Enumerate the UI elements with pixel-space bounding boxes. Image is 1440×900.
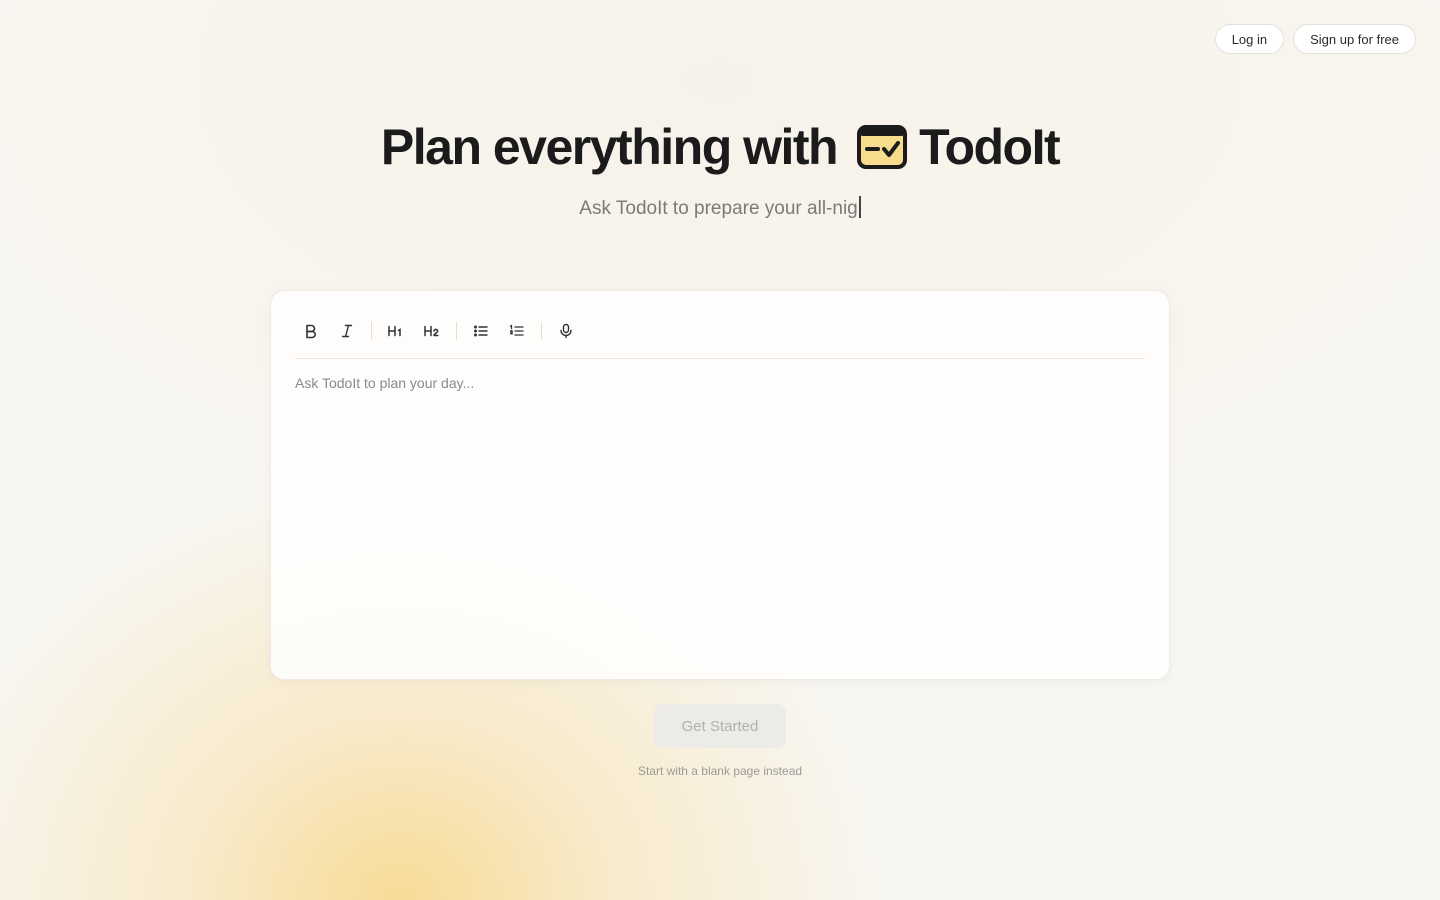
hero-subtitle: Ask TodoIt to prepare your all-nig — [0, 196, 1440, 220]
editor-card: Ask TodoIt to plan your day... — [270, 290, 1170, 680]
bullet-list-button[interactable] — [465, 315, 497, 347]
blank-page-link[interactable]: Start with a blank page instead — [0, 764, 1440, 778]
heading-2-button[interactable] — [416, 315, 448, 347]
typing-caret — [858, 196, 861, 218]
top-nav: Log in Sign up for free — [1214, 24, 1416, 54]
title-prefix: Plan everything with — [380, 119, 839, 175]
heading-2-icon — [424, 325, 439, 337]
microphone-icon — [560, 323, 572, 339]
todo-card-check-icon — [857, 125, 908, 169]
typed-subtitle-text: Ask TodoIt to prepare your all-nig — [579, 198, 858, 219]
page-title: Plan everything with TodoIt — [0, 118, 1440, 176]
get-started-button[interactable]: Get Started — [654, 704, 786, 748]
signup-button[interactable]: Sign up for free — [1293, 24, 1416, 54]
login-button[interactable]: Log in — [1214, 24, 1285, 54]
editor-input[interactable]: Ask TodoIt to plan your day... — [295, 375, 474, 391]
italic-icon — [341, 324, 353, 338]
toolbar-divider — [456, 322, 457, 340]
toolbar-divider — [541, 322, 542, 340]
bold-button[interactable] — [295, 315, 327, 347]
voice-input-button[interactable] — [550, 315, 582, 347]
bullet-list-icon — [474, 325, 488, 337]
ordered-list-button[interactable] — [501, 315, 533, 347]
bold-icon — [306, 324, 316, 339]
ordered-list-icon — [509, 324, 524, 336]
editor-toolbar — [295, 315, 1145, 359]
toolbar-divider — [371, 322, 372, 340]
brand-name: TodoIt — [919, 119, 1061, 175]
heading-1-button[interactable] — [380, 315, 412, 347]
heading-1-icon — [388, 325, 401, 337]
italic-button[interactable] — [331, 315, 363, 347]
